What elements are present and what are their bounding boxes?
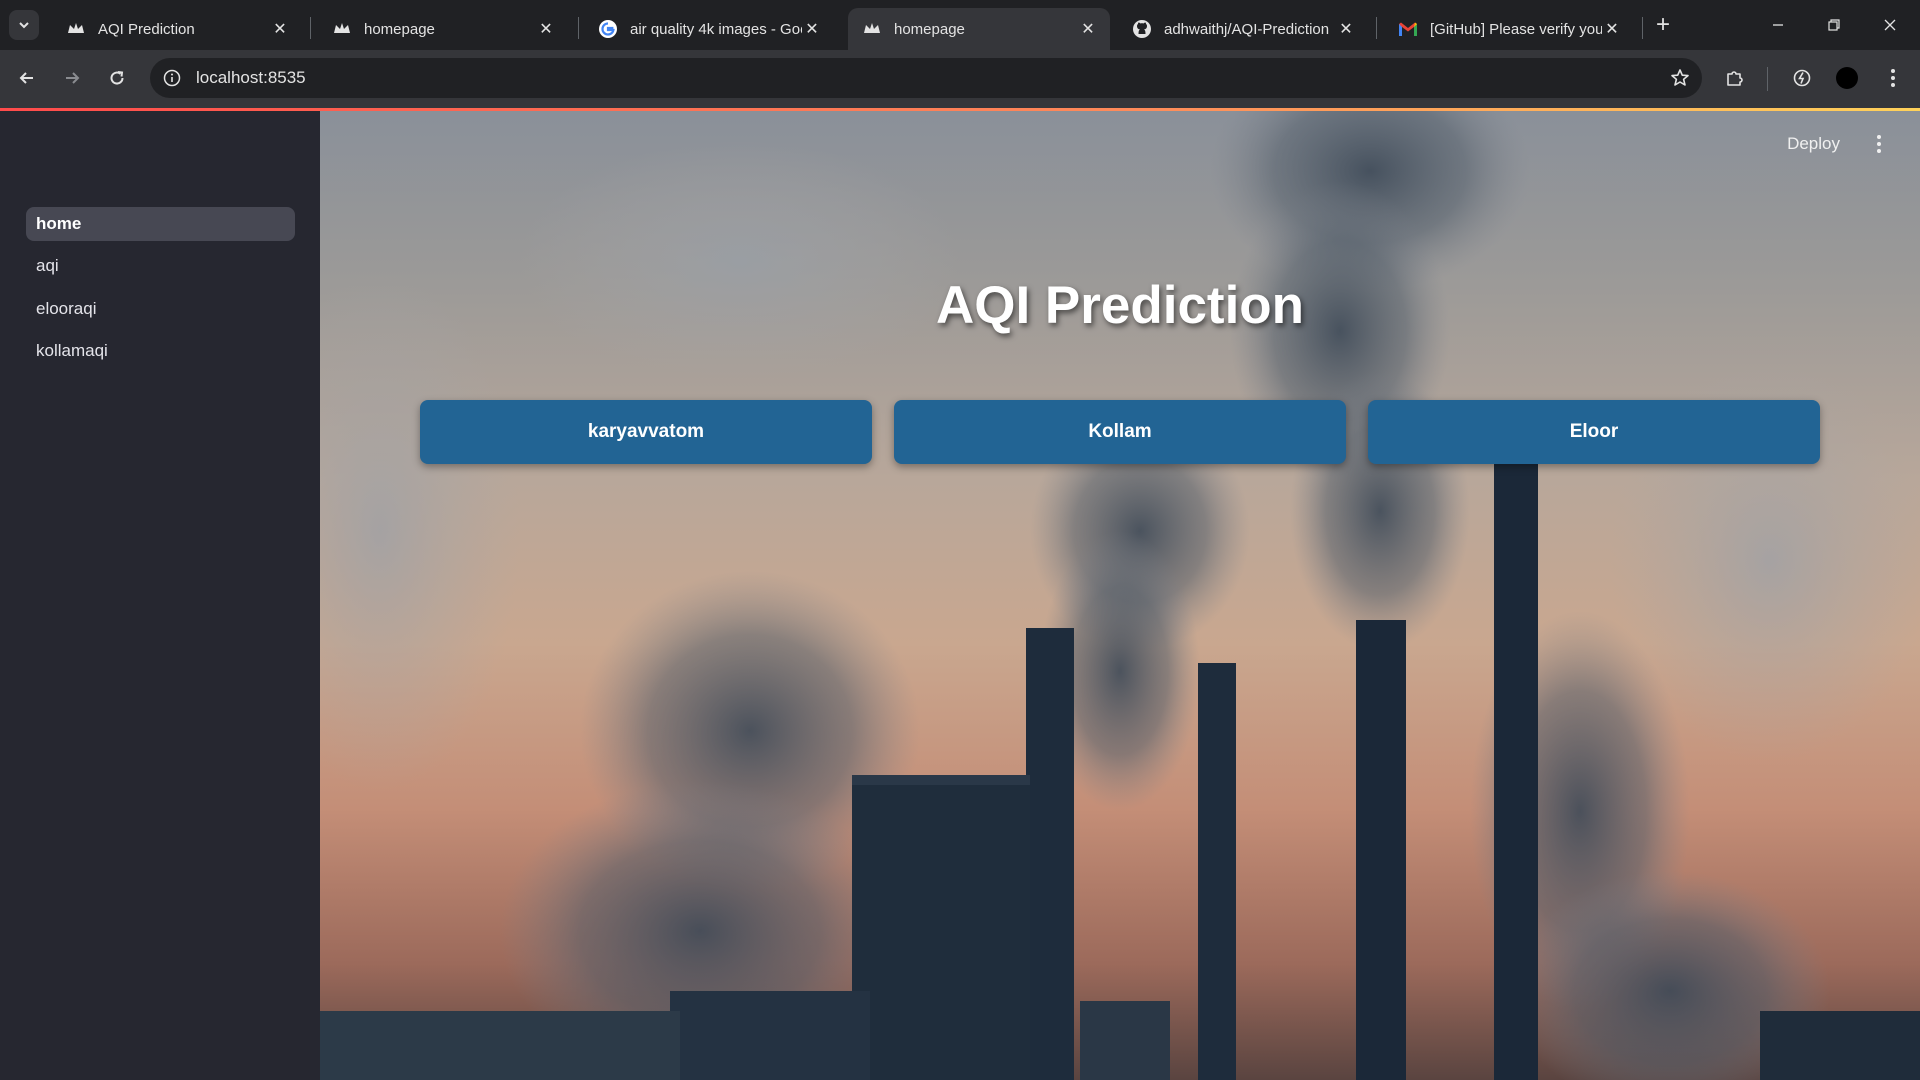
kebab-menu-icon [1877, 135, 1881, 153]
restore-button[interactable] [1806, 0, 1862, 50]
minimize-icon [1773, 24, 1783, 26]
browser-tab[interactable]: [GitHub] Please verify your ✕ [1384, 8, 1634, 50]
tab-divider [578, 17, 579, 39]
forward-button[interactable] [55, 61, 89, 95]
chevron-down-icon [19, 22, 29, 29]
kebab-menu-icon [1891, 69, 1895, 87]
app-header: Deploy [1787, 111, 1920, 177]
close-icon[interactable]: ✕ [1078, 19, 1098, 39]
reload-icon [110, 71, 124, 85]
close-window-button[interactable] [1862, 0, 1918, 50]
minimize-button[interactable] [1750, 0, 1806, 50]
toolbar-divider [1767, 67, 1768, 91]
tab-title: adhwaithj/AQI-Prediction [1164, 20, 1330, 38]
streamlit-crown-icon [66, 19, 86, 39]
arrow-right-icon [66, 72, 80, 84]
tab-title: homepage [364, 20, 435, 38]
tab-title: homepage [894, 20, 965, 38]
gmail-icon [1398, 19, 1418, 39]
browser-tab[interactable]: AQI Prediction ✕ [52, 8, 302, 50]
browser-tab-active[interactable]: homepage ✕ [848, 8, 1110, 50]
tab-title: AQI Prediction [98, 20, 195, 38]
sidebar-item-home[interactable]: home [26, 207, 295, 241]
background-image [320, 111, 1920, 1080]
close-icon[interactable]: ✕ [270, 19, 290, 39]
close-icon [1884, 19, 1896, 31]
back-button[interactable] [10, 61, 44, 95]
sidebar: home aqi elooraqi kollamaqi [0, 111, 320, 1080]
close-icon[interactable]: ✕ [1336, 19, 1356, 39]
sidebar-item-aqi[interactable]: aqi [26, 249, 295, 283]
profile-avatar[interactable] [1830, 61, 1864, 95]
url-text[interactable]: localhost:8535 [196, 68, 306, 88]
browser-toolbar: localhost:8535 [0, 50, 1920, 108]
close-icon[interactable]: ✕ [1602, 19, 1622, 39]
new-tab-button[interactable]: + [1650, 11, 1676, 38]
tab-strip: AQI Prediction ✕ homepage ✕ air quality … [0, 0, 1920, 50]
close-icon[interactable]: ✕ [802, 19, 822, 39]
tab-search-button[interactable] [9, 10, 39, 40]
avatar-icon [1836, 67, 1858, 89]
performance-button[interactable] [1785, 61, 1819, 95]
tab-divider [310, 17, 311, 39]
app-menu-button[interactable] [1868, 133, 1890, 155]
bookmark-star-icon[interactable] [1668, 66, 1692, 90]
browser-tab[interactable]: air quality 4k images - Goo ✕ [584, 8, 834, 50]
main-content: Deploy AQI Prediction karyavvatom Kollam… [320, 111, 1920, 1080]
reload-button[interactable] [100, 61, 134, 95]
puzzle-piece-icon [1727, 71, 1743, 86]
browser-tab[interactable]: adhwaithj/AQI-Prediction ✕ [1118, 8, 1368, 50]
streamlit-crown-icon [862, 19, 882, 39]
sidebar-item-kollamaqi[interactable]: kollamaqi [26, 334, 295, 368]
extensions-button[interactable] [1718, 61, 1752, 95]
browser-menu-button[interactable] [1876, 61, 1910, 95]
google-icon [598, 19, 618, 39]
address-bar[interactable]: localhost:8535 [150, 58, 1702, 98]
deploy-button[interactable]: Deploy [1787, 134, 1840, 154]
close-icon[interactable]: ✕ [536, 19, 556, 39]
site-info-icon[interactable] [160, 66, 184, 90]
eloor-button[interactable]: Eloor [1368, 400, 1820, 464]
tab-divider [1642, 17, 1643, 39]
kollam-button[interactable]: Kollam [894, 400, 1346, 464]
karyavvatom-button[interactable]: karyavvatom [420, 400, 872, 464]
tab-title: [GitHub] Please verify your [1430, 20, 1602, 38]
speedometer-icon [1793, 69, 1811, 87]
restore-icon [1828, 19, 1840, 31]
sidebar-item-elooraqi[interactable]: elooraqi [26, 292, 295, 326]
arrow-left-icon [19, 72, 33, 84]
page-title: AQI Prediction [935, 276, 1305, 335]
tab-title: air quality 4k images - Goo [630, 20, 802, 38]
browser-tab[interactable]: homepage ✕ [318, 8, 568, 50]
tab-divider [1376, 17, 1377, 39]
streamlit-crown-icon [332, 19, 352, 39]
github-icon [1132, 19, 1152, 39]
